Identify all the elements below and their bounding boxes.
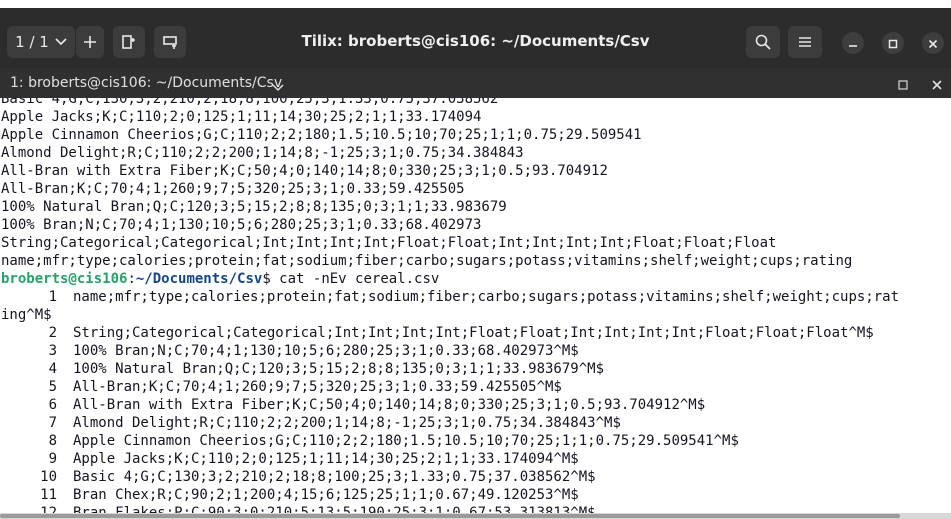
output-line: All-Bran;K;C;70;4;1;260;9;7;5;320;25;3;1… [1, 181, 465, 197]
chevron-down-icon[interactable] [272, 77, 284, 96]
output-line: All-Bran with Extra Fiber;K;C;50;4;0;140… [1, 163, 608, 179]
menu-button[interactable] [788, 26, 822, 58]
line-text: 100% Bran;N;C;70;4;1;130;10;5;6;280;25;3… [73, 343, 579, 359]
line-text: All-Bran;K;C;70;4;1;260;9;7;5;320;25;3;1… [73, 379, 562, 395]
output-line: name;mfr;type;calories;protein;fat;sodiu… [1, 253, 853, 269]
output-line: Apple Cinnamon Cheerios;G;C;110;2;2;180;… [1, 127, 642, 143]
maximize-button[interactable] [882, 32, 904, 54]
output-line: Almond Delight;R;C;110;2;2;200;1;14;8;-1… [1, 145, 524, 161]
split-down-icon [162, 34, 178, 50]
split-right-button[interactable] [113, 26, 145, 58]
prompt-colon: : [127, 271, 136, 287]
numbered-line: 1 name;mfr;type;calories;protein;fat;sodi… [1, 288, 899, 306]
title-bar: 1 / 1 Tilix: broberts@cis106: ~/Document… [0, 8, 951, 68]
split-right-icon [121, 34, 137, 50]
numbered-line: 10 Basic 4;G;C;130;3;2;210;2;18;8;100;25;… [1, 468, 596, 486]
line-number: 10 [40, 469, 57, 485]
minimize-button[interactable] [842, 32, 864, 54]
hamburger-menu-icon [798, 36, 812, 48]
add-terminal-button[interactable] [76, 26, 104, 58]
line-number: 1 [48, 289, 57, 305]
numbered-line: 3 100% Bran;N;C;70;4;1;130;10;5;6;280;25;… [1, 342, 579, 360]
output-line: Apple Jacks;K;C;110;2;0;125;1;11;14;30;2… [1, 109, 482, 125]
prompt-path: ~/Documents/Csv [135, 271, 263, 287]
session-switcher-button[interactable]: 1 / 1 [7, 26, 75, 58]
numbered-line: 7 Almond Delight;R;C;110;2;2;200;1;14;8;-… [1, 414, 621, 432]
square-icon[interactable] [897, 76, 909, 95]
line-number: 8 [48, 433, 57, 449]
close-button[interactable] [922, 32, 944, 54]
numbered-line: 8 Apple Cinnamon Cheerios;G;C;110;2;2;180… [1, 432, 739, 450]
output-line: Basic 4;G;C;130;3;2;210;2;18;8;100;25;3;… [1, 98, 499, 107]
numbered-line: 11 Bran Chex;R;C;90;2;1;200;4;15;6;125;25… [1, 486, 579, 504]
line-number: 4 [48, 361, 57, 377]
line-number: 2 [48, 325, 57, 341]
line-number: 9 [48, 451, 57, 467]
line-number: 5 [48, 379, 57, 395]
line-text: Apple Cinnamon Cheerios;G;C;110;2;2;180;… [73, 433, 739, 449]
search-icon [755, 34, 771, 50]
line-text: All-Bran with Extra Fiber;K;C;50;4;0;140… [73, 397, 706, 413]
tilix-window: 1 / 1 Tilix: broberts@cis106: ~/Document… [0, 8, 951, 519]
numbered-line: 2 String;Categorical;Categorical;Int;Int;… [1, 324, 874, 342]
line-number: 6 [48, 397, 57, 413]
line-text: Almond Delight;R;C;110;2;2;200;1;14;8;-1… [73, 415, 621, 431]
scrollbar-thumb[interactable] [0, 514, 900, 518]
desktop-top-strip [0, 0, 951, 8]
numbered-line: 6 All-Bran with Extra Fiber;K;C;50;4;0;14… [1, 396, 706, 414]
line-text: Apple Jacks;K;C;110;2;0;125;1;11;14;30;2… [73, 451, 579, 467]
output-line: String;Categorical;Categorical;Int;Int;I… [1, 235, 777, 251]
maximize-icon [888, 34, 898, 53]
line-text: String;Categorical;Categorical;Int;Int;I… [73, 325, 874, 341]
terminal-output[interactable]: Basic 4;G;C;130;3;2;210;2;18;8;100;25;3;… [0, 98, 951, 519]
wrapped-line: ing^M$ [1, 307, 52, 323]
prompt-line: broberts@cis106:~/Documents/Csv$ cat -nE… [1, 270, 439, 288]
search-button[interactable] [746, 26, 780, 58]
chevron-down-icon [55, 38, 67, 46]
prompt-user-host: broberts@cis106 [1, 271, 128, 287]
session-label: 1 / 1 [15, 33, 49, 51]
split-down-button[interactable] [154, 26, 186, 58]
horizontal-scrollbar[interactable] [0, 513, 951, 519]
numbered-line: 9 Apple Jacks;K;C;110;2;0;125;1;11;14;30;… [1, 450, 579, 468]
prompt-dollar: $ [262, 271, 271, 287]
close-icon[interactable] [931, 76, 943, 95]
line-number: 7 [48, 415, 57, 431]
line-number: 11 [40, 487, 57, 503]
command-text: cat -nEv cereal.csv [270, 271, 440, 287]
line-text: name;mfr;type;calories;protein;fat;sodiu… [73, 289, 900, 305]
close-icon [928, 34, 938, 53]
numbered-line: 4 100% Natural Bran;Q;C;120;3;5;15;2;8;8;… [1, 360, 604, 378]
line-text: 100% Natural Bran;Q;C;120;3;5;15;2;8;8;1… [73, 361, 605, 377]
minimize-icon [848, 34, 858, 53]
terminal-tab-bar: 1: broberts@cis106: ~/Documents/Csv [0, 68, 951, 98]
line-text: Bran Chex;R;C;90;2;1;200;4;15;6;125;25;1… [73, 487, 579, 503]
numbered-line: 5 All-Bran;K;C;70;4;1;260;9;7;5;320;25;3;… [1, 378, 562, 396]
line-number: 3 [48, 343, 57, 359]
output-line: 100% Natural Bran;Q;C;120;3;5;15;2;8;8;1… [1, 199, 507, 215]
line-text: Basic 4;G;C;130;3;2;210;2;18;8;100;25;3;… [73, 469, 596, 485]
output-line: 100% Bran;N;C;70;4;1;130;10;5;6;280;25;3… [1, 217, 482, 233]
terminal-tab-title[interactable]: 1: broberts@cis106: ~/Documents/Csv [10, 75, 282, 91]
plus-icon [83, 35, 97, 49]
